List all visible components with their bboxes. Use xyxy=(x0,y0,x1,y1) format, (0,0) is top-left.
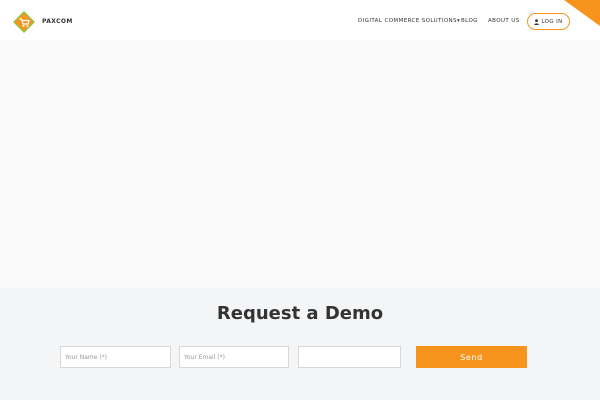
nav-blog[interactable]: BLOG xyxy=(461,18,478,24)
brand-name[interactable]: PAXCOM xyxy=(42,18,73,25)
login-label: LOG IN xyxy=(541,18,563,25)
email-input[interactable] xyxy=(179,346,289,368)
cart-diamond-logo-icon[interactable] xyxy=(13,11,35,33)
demo-title: Request a Demo xyxy=(216,303,384,324)
nav-about-us[interactable]: ABOUT US xyxy=(488,18,520,24)
name-input[interactable] xyxy=(60,346,171,368)
hero-area xyxy=(0,40,600,288)
corner-ribbon xyxy=(564,0,600,26)
user-icon xyxy=(534,18,540,25)
site-header: PAXCOM DIGITAL COMMERCE SOLUTIONS▾ BLOG … xyxy=(0,0,600,40)
send-button[interactable]: Send xyxy=(416,346,527,368)
extra-input[interactable] xyxy=(298,346,401,368)
nav-digital-commerce-solutions[interactable]: DIGITAL COMMERCE SOLUTIONS▾ xyxy=(358,18,460,24)
